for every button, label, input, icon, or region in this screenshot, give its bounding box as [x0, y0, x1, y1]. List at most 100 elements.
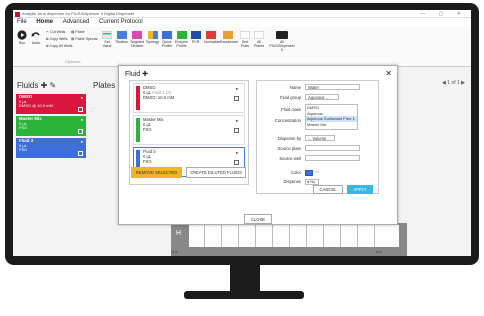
- name-field[interactable]: Water: [305, 84, 360, 90]
- menu-advanced[interactable]: Advanced: [59, 18, 94, 27]
- dispense-by-select[interactable]: ⌵ Volume: [305, 135, 335, 141]
- set-value-icon: [102, 31, 112, 39]
- clipboard-group-label: Clipboard: [65, 60, 81, 64]
- normalize-button[interactable]: Normalize: [204, 31, 220, 44]
- monitor-stand-neck: [230, 265, 260, 291]
- card-checkbox[interactable]: [78, 107, 83, 112]
- card-checkbox[interactable]: [78, 151, 83, 156]
- chevron-down-icon[interactable]: ⌵: [315, 169, 319, 175]
- dialog-title: Fluid ✚: [125, 71, 149, 78]
- add-fluid-icon[interactable]: ✚: [41, 81, 48, 90]
- pcr-button[interactable]: PCR: [190, 31, 201, 44]
- grid-line: [306, 225, 307, 247]
- titration-button[interactable]: Titration: [115, 31, 128, 44]
- plate-pager[interactable]: ◀ 1 of 1 ▶: [442, 80, 465, 86]
- concentration-label: Concentration: [274, 118, 301, 123]
- dispense-label: Dispense: [283, 179, 301, 184]
- source-plate-field[interactable]: [305, 145, 360, 151]
- normalize-icon: [206, 31, 216, 39]
- paste-special-button[interactable]: ▤ Paste Special: [71, 37, 97, 41]
- source-plate-label: Source plate: [277, 146, 301, 151]
- drop-icon: ●: [80, 117, 83, 122]
- plate-row-label: H: [176, 230, 182, 237]
- plates-title: Plates: [93, 81, 116, 90]
- enzyme-profile-icon: [176, 31, 187, 39]
- apply-button[interactable]: APPLY: [347, 185, 373, 194]
- grid-line: [357, 225, 358, 247]
- dispenser-icon: [276, 31, 288, 39]
- create-diluted-fluids-button[interactable]: CREATE DILUTED FLUIDS: [186, 167, 246, 178]
- grid-line: [374, 225, 375, 247]
- cancel-button[interactable]: CANCEL: [313, 185, 343, 194]
- fluid-list-item-master-mix[interactable]: Master Mix 0 µL FSG ●: [133, 115, 245, 145]
- titration-icon: [116, 31, 127, 39]
- fluid-class-option-selected[interactable]: Aqueous Surfactant Free 1: [306, 116, 357, 122]
- fluid-list-item-dmso[interactable]: DMSO 0 µL Fluid 1 (A) DMSO: 10.0 mM ●: [133, 83, 245, 113]
- window-controls[interactable]: — ▢ ✕: [420, 10, 467, 18]
- undo-button[interactable]: Undo: [30, 30, 42, 45]
- fluid-card-fluid-3[interactable]: Fluid 3 0 µL FSG ●: [16, 138, 86, 158]
- randomize-icon: [222, 31, 233, 39]
- scroll-left-icon[interactable]: ◀ ▶: [171, 249, 178, 254]
- undo-icon: [31, 32, 40, 37]
- menu-file[interactable]: File: [13, 18, 31, 27]
- color-swatch[interactable]: [305, 170, 313, 176]
- synergy-button[interactable]: Synergy: [146, 31, 159, 44]
- pius-dispenser-button[interactable]: All PIUS/Dispenser II: [269, 31, 295, 52]
- quick-profile-button[interactable]: Quick Profile: [161, 31, 173, 48]
- edit-icon[interactable]: ✎: [50, 81, 57, 90]
- synergy-icon: [147, 31, 158, 39]
- chevron-down-icon: ⌵: [308, 136, 312, 141]
- plate-grid[interactable]: [189, 225, 399, 247]
- fluid-class-dropdown[interactable]: DMSO Aqueous Aqueous Surfactant Free 1 M…: [305, 104, 358, 130]
- all-plates-icon: [254, 31, 264, 39]
- chevron-down-icon: ⌵: [325, 95, 329, 100]
- targeted-titration-button[interactable]: Targeted Titration: [130, 31, 144, 48]
- fluid-card-dmso[interactable]: DMSO 0 µL DMSO @ 10.0 mM ●: [16, 94, 86, 114]
- fluid-card-master-mix[interactable]: Master Mix 0 µL FSG ●: [16, 116, 86, 136]
- scroll-right-icon[interactable]: ◀ ▶: [375, 249, 382, 254]
- fluid-checkbox[interactable]: [234, 128, 239, 133]
- fluid-group-select[interactable]: Aqueous ⌵: [305, 94, 339, 100]
- card-checkbox[interactable]: [78, 129, 83, 134]
- source-well-label: Source well: [279, 156, 301, 161]
- grid-line: [221, 225, 222, 247]
- drop-icon: ●: [80, 95, 83, 100]
- close-button[interactable]: CLOSE: [244, 214, 272, 224]
- all-plates-button[interactable]: All Plates: [253, 31, 265, 48]
- app-logo-icon: [15, 11, 20, 17]
- add-fluid-icon[interactable]: ✚: [142, 71, 148, 78]
- drop-icon: ●: [80, 139, 83, 144]
- pcr-icon: [190, 31, 201, 39]
- plate-icon: [240, 31, 250, 39]
- remove-selected-button[interactable]: REMOVE SELECTED: [131, 167, 182, 178]
- menu-bar: File Home Advanced Current Protocol: [13, 18, 471, 28]
- fluid-checkbox[interactable]: [234, 160, 239, 165]
- monitor-frame: Analytik Jena dispenser for PIUS/Dispens…: [5, 3, 479, 265]
- quick-profile-icon: [162, 31, 172, 39]
- grid-line: [272, 225, 273, 247]
- cut-wells-button[interactable]: ✂ Cut Wells: [46, 30, 65, 34]
- copy-wells-button[interactable]: ⧉ Copy Wells: [46, 37, 68, 41]
- monitor-stand-base: [184, 291, 304, 299]
- window-title: Analytik Jena dispenser for PIUS/Dispens…: [22, 11, 135, 16]
- randomize-button[interactable]: Randomize: [220, 31, 238, 44]
- fluid-checkbox[interactable]: [234, 96, 239, 101]
- set-value-button[interactable]: Set Value: [101, 31, 113, 48]
- fluid-color-bar: [136, 118, 140, 142]
- grid-line: [340, 225, 341, 247]
- close-icon[interactable]: ✕: [385, 69, 392, 78]
- paste-button[interactable]: ▤ Paste: [71, 30, 85, 34]
- app-screen: Analytik Jena dispenser for PIUS/Dispens…: [13, 10, 471, 256]
- run-button[interactable]: Run: [16, 30, 28, 45]
- menu-current-protocol[interactable]: Current Protocol: [95, 18, 147, 27]
- ribbon-toolbar: Run Undo ✂ Cut Wells ⧉ Copy Wells ⧉ Copy…: [13, 27, 471, 67]
- grid-line: [255, 225, 256, 247]
- enzyme-profile-button[interactable]: Enzyme Profile: [175, 31, 188, 48]
- dmt-plate-button[interactable]: Dmt Plate: [239, 31, 251, 48]
- title-bar: Analytik Jena dispenser for PIUS/Dispens…: [13, 10, 471, 18]
- fluid-class-option[interactable]: Master Mix: [306, 122, 357, 128]
- source-well-field[interactable]: [305, 155, 360, 161]
- copy-all-wells-button[interactable]: ⧉ Copy All Wells: [46, 44, 72, 48]
- fluid-properties-panel: Name Water Fluid group Aqueous ⌵ Fluid c…: [256, 80, 379, 194]
